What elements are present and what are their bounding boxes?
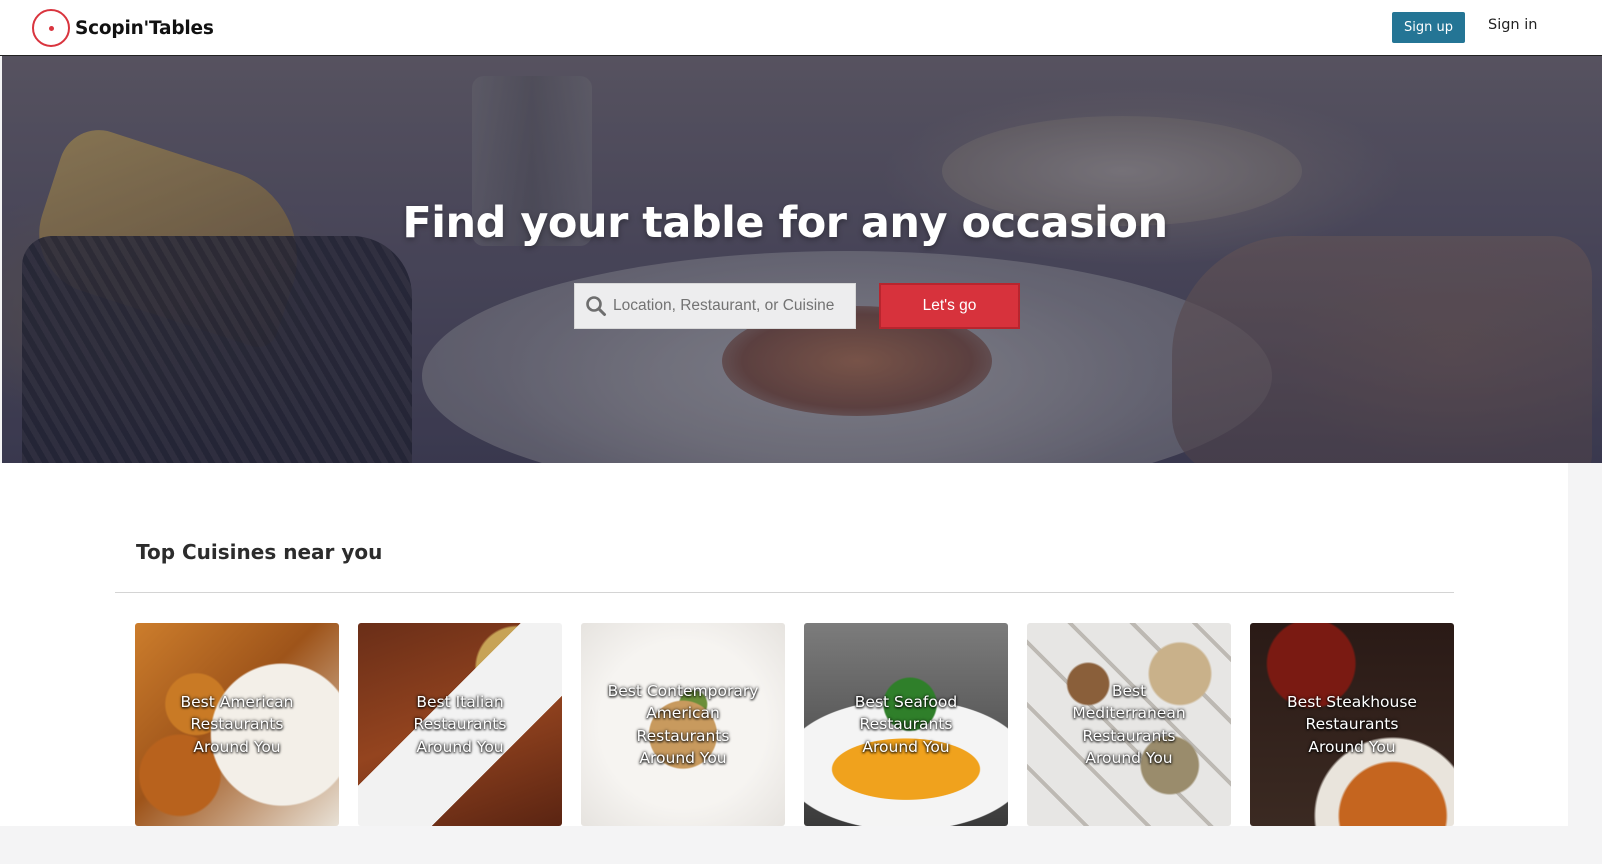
cuisine-card-label: Best Mediterranean Restaurants Around Yo…	[1072, 681, 1186, 768]
cuisine-card-label: Best Seafood Restaurants Around You	[854, 692, 958, 756]
navbar: Scopin'Tables Sign up Sign in	[0, 0, 1602, 56]
search-box	[574, 283, 856, 329]
section-divider	[115, 592, 1454, 593]
page: Scopin'Tables Sign up Sign in Find your …	[0, 0, 1602, 864]
hero-title: Find your table for any occasion	[402, 198, 1168, 248]
cuisine-card-label: Best Italian Restaurants Around You	[413, 692, 507, 756]
lets-go-button[interactable]: Let's go	[879, 283, 1020, 329]
signup-button[interactable]: Sign up	[1392, 12, 1465, 43]
cuisines-section: Top Cuisines near you Best American Rest…	[0, 463, 1568, 826]
cuisine-card-label: Best Steakhouse Restaurants Around You	[1287, 692, 1417, 756]
brand-home-link[interactable]: Scopin'Tables	[32, 9, 214, 47]
brand-name: Scopin'Tables	[75, 17, 214, 39]
cuisine-card-italian[interactable]: Best Italian Restaurants Around You	[358, 623, 562, 826]
search-input[interactable]	[613, 297, 849, 315]
target-logo-icon	[32, 9, 70, 47]
hero-banner: Find your table for any occasion Let's g…	[2, 56, 1602, 463]
page-bottom-band	[0, 826, 1602, 864]
cuisine-card-mediterranean[interactable]: Best Mediterranean Restaurants Around Yo…	[1027, 623, 1231, 826]
section-title: Top Cuisines near you	[136, 540, 383, 564]
cuisine-card-seafood[interactable]: Best Seafood Restaurants Around You	[804, 623, 1008, 826]
cuisine-cards: Best American Restaurants Around You Bes…	[135, 623, 1454, 826]
cuisine-card-label: Best American Restaurants Around You	[180, 692, 294, 756]
signin-link[interactable]: Sign in	[1488, 17, 1537, 33]
cuisine-card-steakhouse[interactable]: Best Steakhouse Restaurants Around You	[1250, 623, 1454, 826]
cuisine-card-american[interactable]: Best American Restaurants Around You	[135, 623, 339, 826]
cuisine-card-contemporary-american[interactable]: Best Contemporary American Restaurants A…	[581, 623, 785, 826]
search-icon	[579, 283, 613, 329]
cuisine-card-label: Best Contemporary American Restaurants A…	[607, 681, 759, 768]
logo-dot	[49, 26, 54, 31]
hero-overlay	[2, 56, 1602, 463]
